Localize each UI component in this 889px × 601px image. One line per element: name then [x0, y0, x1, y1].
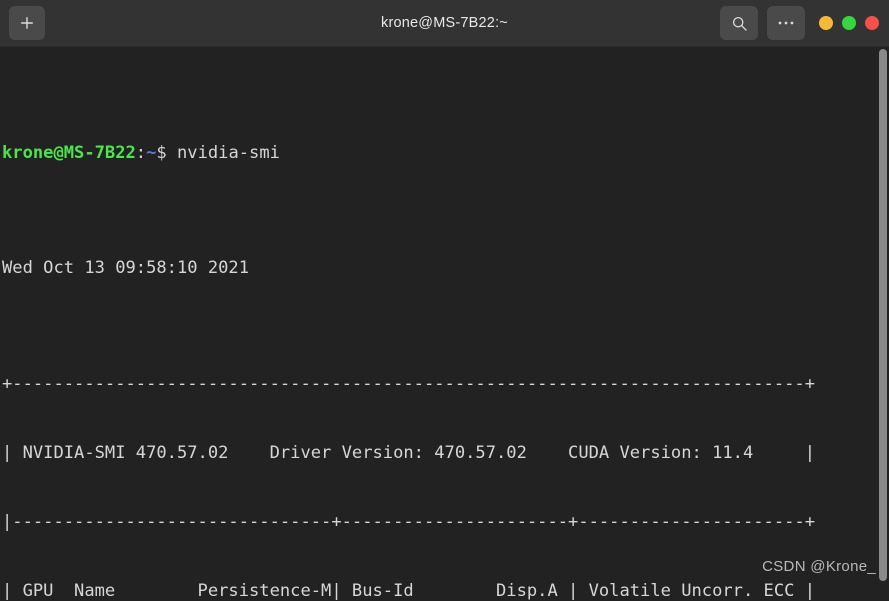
scrollbar-thumb[interactable] [879, 49, 887, 581]
terminal-scrollbar[interactable] [877, 47, 889, 601]
search-icon [732, 16, 747, 31]
plus-icon [21, 17, 33, 29]
prompt-colon: : [135, 143, 147, 164]
window-titlebar: krone@MS-7B22:~ [0, 0, 889, 47]
titlebar-controls [720, 6, 879, 40]
output-line-smi-version: | NVIDIA-SMI 470.57.02 Driver Version: 4… [2, 442, 816, 463]
hamburger-menu-icon [778, 21, 794, 25]
maximize-button[interactable] [842, 16, 856, 30]
typed-command: nvidia-smi [176, 143, 280, 164]
menu-button[interactable] [767, 6, 805, 40]
terminal-window: krone@MS-7B22:~ krone@MS-7B22:~$ nvidia-… [0, 0, 889, 601]
prompt-path: ~ [146, 143, 157, 164]
terminal-output: krone@MS-7B22:~$ nvidia-smi Wed Oct 13 0… [1, 50, 889, 601]
output-line-gpu-header-1: | GPU Name Persistence-M| Bus-Id Disp.A … [2, 581, 816, 601]
nvidia-smi-timestamp: Wed Oct 13 09:58:10 2021 [2, 258, 249, 279]
output-line: |-------------------------------+-------… [2, 511, 816, 532]
new-tab-button[interactable] [9, 6, 45, 40]
output-line: +---------------------------------------… [2, 373, 816, 394]
minimize-button[interactable] [819, 16, 833, 30]
window-traffic-lights [819, 16, 879, 30]
search-button[interactable] [720, 6, 758, 40]
close-button[interactable] [865, 16, 879, 30]
prompt-sigil: $ [156, 143, 177, 164]
terminal-content[interactable]: krone@MS-7B22:~$ nvidia-smi Wed Oct 13 0… [0, 47, 889, 601]
prompt-user-host: krone@MS-7B22 [2, 143, 136, 164]
command-prompt-line: krone@MS-7B22:~$ nvidia-smi [2, 142, 889, 165]
